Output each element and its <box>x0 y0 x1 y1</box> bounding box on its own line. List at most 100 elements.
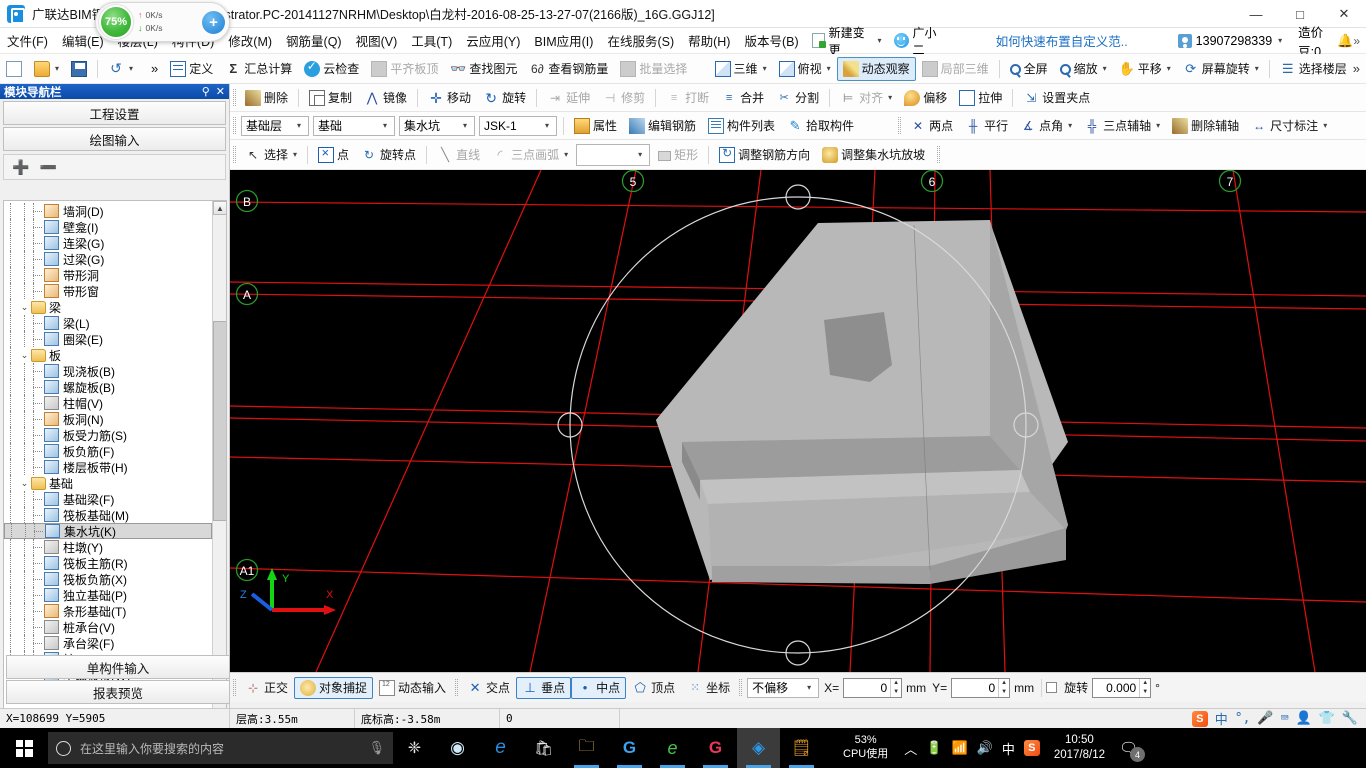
tree-item-21[interactable]: 柱墩(Y) <box>4 539 212 555</box>
collapse-all-icon[interactable]: ➖ <box>39 159 56 175</box>
taskbar-app-store[interactable]: 🛍 <box>522 728 565 768</box>
taskbar-app-glodon[interactable]: ◈ <box>737 728 780 768</box>
point-angle-axis-button[interactable]: ∡ 点角 ▾ <box>1014 114 1078 138</box>
network-speed-widget[interactable]: 75% ↑ 0K/s ↓ 0K/s + <box>95 2 230 42</box>
view-rebar-qty-button[interactable]: 6∂ 查看钢筋量 <box>523 57 614 81</box>
three-point-chevron-down-icon[interactable]: ▾ <box>1156 121 1160 130</box>
toolbar-overflow-left[interactable]: » <box>145 57 164 81</box>
rotate-point-button[interactable]: ↻ 旋转点 <box>355 143 422 167</box>
shirt-icon[interactable]: 👕 <box>1319 711 1335 726</box>
battery-icon[interactable]: 🔋 <box>926 740 942 756</box>
x-spin-up[interactable]: ▲ <box>891 679 901 688</box>
tree-item-13[interactable]: 板洞(N) <box>4 411 212 427</box>
volume-icon[interactable]: 🔊 <box>977 740 993 756</box>
tree-item-16[interactable]: 楼层板带(H) <box>4 459 212 475</box>
toolbar-grip[interactable] <box>898 117 902 134</box>
menu-modify[interactable]: 修改(M) <box>221 28 279 53</box>
align-button[interactable]: ⊨ 对齐 ▾ <box>834 86 898 110</box>
menu-rebar-quantity[interactable]: 钢筋量(Q) <box>279 28 349 53</box>
chevron-up-icon[interactable]: ︿ <box>904 739 917 758</box>
tree-item-6[interactable]: ⌄ 梁 <box>4 299 212 315</box>
chevron-down-icon[interactable]: ⌄ <box>18 302 31 313</box>
local-3d-button[interactable]: 局部三维 <box>916 57 995 81</box>
delete-axis-button[interactable]: 删除辅轴 <box>1166 114 1245 138</box>
zoom-button[interactable]: 缩放 ▾ <box>1054 57 1113 81</box>
x-offset-stepper[interactable]: ▲▼ <box>843 677 903 698</box>
align-chevron-down-icon[interactable]: ▾ <box>888 93 892 102</box>
start-button[interactable] <box>0 728 48 768</box>
model-viewport[interactable]: B A A1 5 6 7 Y X Z <box>230 170 1366 672</box>
ime-indicator[interactable]: 中 <box>1002 739 1015 758</box>
panel-close-icon[interactable]: ✕ <box>216 85 225 98</box>
new-file-button[interactable] <box>0 57 28 81</box>
select-floor-button[interactable]: ☰ 选择楼层 <box>1274 57 1353 81</box>
tree-item-7[interactable]: 梁(L) <box>4 315 212 331</box>
taskbar-app-file-explorer[interactable]: 🗀 <box>565 728 608 768</box>
tree-item-3[interactable]: 过梁(G) <box>4 251 212 267</box>
save-file-button[interactable] <box>65 57 93 81</box>
rotate-checkbox[interactable] <box>1046 682 1058 693</box>
arc-chevron-down-icon[interactable]: ▾ <box>564 150 568 159</box>
align-slab-top-button[interactable]: 平齐板顶 <box>365 57 444 81</box>
toolbar-grip[interactable] <box>233 146 236 163</box>
x-offset-input[interactable] <box>844 678 891 697</box>
widget-add-button[interactable]: + <box>202 11 225 34</box>
define-button[interactable]: 定义 <box>164 57 219 81</box>
pick-component-button[interactable]: ✎ 拾取构件 <box>781 114 860 138</box>
dynamic-orbit-button[interactable]: 动态观察 <box>836 56 916 81</box>
mic-icon[interactable]: 🎤 <box>1257 711 1273 726</box>
tree-item-23[interactable]: 筏板负筋(X) <box>4 571 212 587</box>
break-button[interactable]: ≡ 打断 <box>660 86 715 110</box>
rect-tool-button[interactable]: 矩形 <box>652 143 704 167</box>
open-file-button[interactable]: ▾ <box>28 57 65 81</box>
promo-link[interactable]: 如何快速布置自定义范.. <box>996 31 1128 50</box>
toolbar-grip[interactable] <box>233 679 236 696</box>
y-offset-stepper[interactable]: ▲▼ <box>951 677 1011 698</box>
tree-item-5[interactable]: 带形窗 <box>4 283 212 299</box>
screen-rotate-chevron-down-icon[interactable]: ▾ <box>1255 64 1259 73</box>
parallel-axis-button[interactable]: ╫ 平行 <box>959 114 1014 138</box>
pan-chevron-down-icon[interactable]: ▾ <box>1167 64 1171 73</box>
search-mic-icon[interactable]: 🎙 <box>368 740 385 756</box>
bell-icon[interactable]: 🔔 <box>1337 33 1353 49</box>
toolbar-grip[interactable] <box>739 679 743 696</box>
stretch-button[interactable]: 拉伸 <box>953 86 1008 110</box>
taskbar-app-browser-red[interactable]: G <box>694 728 737 768</box>
tree-item-15[interactable]: 板负筋(F) <box>4 443 212 459</box>
viewport-svg[interactable]: B A A1 5 6 7 Y X Z <box>230 170 1366 672</box>
taskbar-app-cortana-spiral[interactable]: ◉ <box>436 728 479 768</box>
intersection-snap-toggle[interactable]: ✕ 交点 <box>461 677 516 699</box>
chevron-down-icon[interactable]: ▾ <box>633 150 647 159</box>
chevron-down-icon[interactable]: ▾ <box>292 121 306 130</box>
tree-item-14[interactable]: 板受力筋(S) <box>4 427 212 443</box>
scroll-thumb[interactable] <box>213 321 226 521</box>
rotate-input[interactable] <box>1093 678 1140 697</box>
batch-select-button[interactable]: 批量选择 <box>614 57 693 81</box>
taskbar-app-browser-green[interactable]: e <box>651 728 694 768</box>
menu-help[interactable]: 帮助(H) <box>681 28 737 53</box>
menu-version[interactable]: 版本号(B) <box>737 28 805 53</box>
notification-center-button[interactable]: 🗨 4 <box>1119 739 1146 762</box>
taskbar-app-chrome-blue[interactable]: G <box>608 728 651 768</box>
rotate-button[interactable]: ↻ 旋转 <box>477 86 532 110</box>
component-type-combo[interactable]: 集水坑 ▾ <box>399 115 475 136</box>
menu-bim-apps[interactable]: BIM应用(I) <box>527 28 600 53</box>
toolbar-overflow-right[interactable]: » <box>1353 61 1360 76</box>
adjust-pit-slope-button[interactable]: 调整集水坑放坡 <box>816 143 931 167</box>
scroll-up-button[interactable]: ▲ <box>213 201 226 215</box>
top-view-button[interactable]: 俯视 ▾ <box>773 57 837 81</box>
menu-tools[interactable]: 工具(T) <box>404 28 459 53</box>
toolbar-grip[interactable] <box>233 117 236 134</box>
coordinate-snap-toggle[interactable]: ⁙ 坐标 <box>681 677 736 699</box>
chevron-down-icon[interactable]: ▾ <box>378 121 392 130</box>
project-settings-button[interactable]: 工程设置 <box>3 101 226 125</box>
chevron-down-icon[interactable]: ▾ <box>802 683 816 692</box>
menu-online-services[interactable]: 在线服务(S) <box>600 28 681 53</box>
tree-item-17[interactable]: ⌄ 基础 <box>4 475 212 491</box>
draw-input-button[interactable]: 绘图输入 <box>3 127 226 151</box>
chevron-down-icon[interactable]: ⌄ <box>18 350 31 361</box>
chevron-down-icon[interactable]: ⌄ <box>18 478 31 489</box>
property-button[interactable]: 属性 <box>568 114 623 138</box>
arc-param-combo[interactable]: ▾ <box>576 143 651 166</box>
expand-all-icon[interactable]: ➕ <box>12 159 29 175</box>
